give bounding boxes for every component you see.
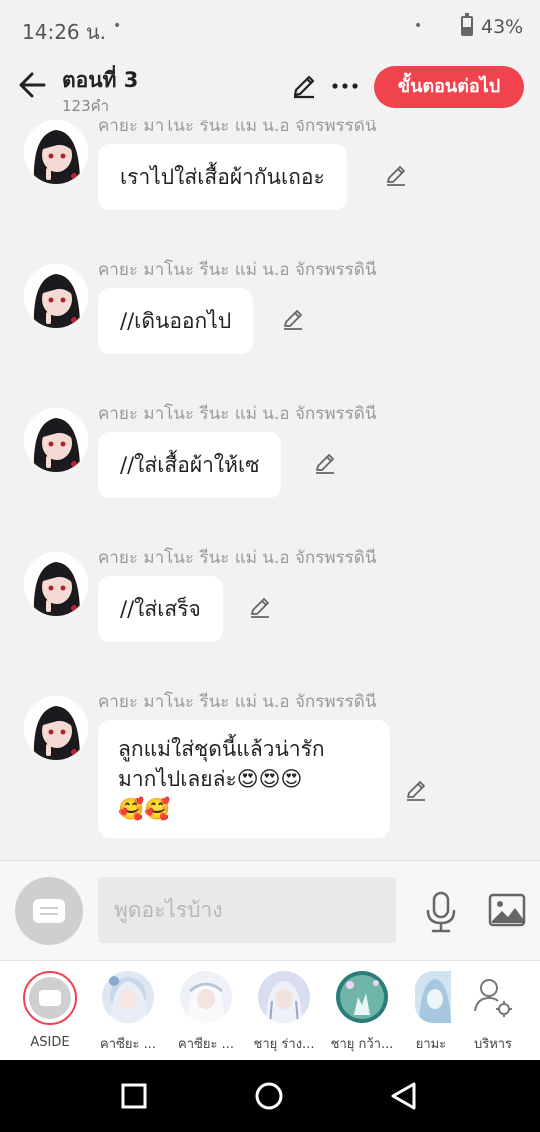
message-bubble[interactable]: //เดินออกไป (98, 288, 254, 354)
message-text: มากไปเลยล่ะ😍😍😍 (118, 767, 303, 791)
character-item[interactable]: คาซียะ ... (171, 971, 241, 1054)
message-list[interactable]: คายะ มาโนะ รีนะ แม่ น.อ จักรพรรดินี เราไ… (0, 120, 540, 860)
avatar[interactable] (24, 552, 88, 616)
character-label: คาซียะ ... (178, 1037, 234, 1052)
message-bubble[interactable]: ลูกแม่ใส่ชุดนี้แล้วน่ารัก มากไปเลยล่ะ😍😍😍… (98, 720, 390, 838)
message-bubble[interactable]: //ใส่เสื้อผ้าให้เซ (98, 432, 282, 498)
message-text: 🥰🥰 (118, 797, 171, 821)
pencil-icon[interactable] (248, 595, 272, 619)
manage-characters[interactable]: บริหาร (458, 971, 528, 1054)
status-time: 14:26 น. (22, 20, 107, 44)
settings-user-icon (467, 971, 519, 1023)
pencil-icon[interactable] (313, 451, 337, 475)
status-bar: 14:26 น. • • 43% (0, 0, 540, 56)
status-dot: • (414, 18, 423, 34)
pencil-icon[interactable] (404, 778, 428, 802)
avatar[interactable] (24, 264, 88, 328)
sender-name: คายะ มาโนะ รีนะ แม่ น.อ จักรพรรดินี (98, 120, 377, 136)
character-label: ชายุ กว้า... (330, 1037, 394, 1052)
back-arrow-icon[interactable] (16, 68, 50, 102)
character-item[interactable]: ชายุ ร่าง... (249, 971, 319, 1054)
character-avatar (102, 971, 154, 1023)
message-input[interactable]: พูดอะไรบ้าง (98, 877, 396, 943)
sender-name: คายะ มาโนะ รีนะ แม่ น.อ จักรพรรดินี (98, 692, 377, 712)
message-text: //เดินออกไป (120, 309, 232, 333)
triangle-back-icon[interactable] (386, 1078, 422, 1114)
character-label: บริหาร (473, 1037, 513, 1052)
message-bubble[interactable]: เราไปใส่เสื้อผ้ากันเถอะ (98, 144, 347, 210)
page-title: ตอนที่ 3 (62, 68, 139, 92)
word-count: 123คำ (62, 97, 110, 115)
message-text: ลูกแม่ใส่ชุดนี้แล้วน่ารัก (118, 737, 325, 761)
character-avatar (180, 971, 232, 1023)
character-label: ชายุ ร่าง... (253, 1037, 315, 1052)
character-label: คาซียะ ... (100, 1037, 156, 1052)
character-bar: ASIDE คาซียะ ... คาซียะ ... ชายุ ร่าง...… (0, 960, 540, 1060)
status-dot: • (113, 18, 122, 34)
sender-name: คายะ มาโนะ รีนะ แม่ น.อ จักรพรรดินี (98, 548, 377, 568)
system-nav-bar (0, 1060, 540, 1132)
avatar[interactable] (24, 408, 88, 472)
sender-name: คายะ มาโนะ รีนะ แม่ น.อ จักรพรรดินี (98, 260, 377, 280)
composer: พูดอะไรบ้าง (0, 860, 540, 960)
pencil-icon[interactable] (281, 307, 305, 331)
message-text: //ใส่เสื้อผ้าให้เซ (120, 453, 260, 477)
aside-toggle-icon[interactable] (15, 877, 83, 945)
character-avatar (258, 971, 310, 1023)
header: ตอนที่ 3 123คำ ขั้นตอนต่อไป (0, 56, 540, 120)
sender-name: คายะ มาโนะ รีนะ แม่ น.อ จักรพรรดินี (98, 404, 377, 424)
character-aside[interactable]: ASIDE (15, 971, 85, 1050)
message-text: //ใส่เสร็จ (120, 597, 201, 621)
square-icon[interactable] (116, 1078, 152, 1114)
aside-icon (23, 971, 77, 1025)
avatar[interactable] (24, 696, 88, 760)
character-avatar (415, 971, 451, 1023)
battery-percent: 43% (481, 16, 524, 38)
image-icon[interactable] (488, 893, 526, 927)
character-item[interactable]: คาซียะ ... (93, 971, 163, 1054)
message-bubble[interactable]: //ใส่เสร็จ (98, 576, 223, 642)
character-label: ยามะ (415, 1037, 447, 1052)
next-step-button[interactable]: ขั้นตอนต่อไป (374, 66, 524, 108)
pencil-icon[interactable] (290, 72, 318, 100)
circle-icon[interactable] (251, 1078, 287, 1114)
message-text: เราไปใส่เสื้อผ้ากันเถอะ (120, 165, 325, 189)
character-item[interactable]: ยามะ (405, 971, 457, 1054)
character-label: ASIDE (30, 1035, 70, 1050)
mic-icon[interactable] (424, 891, 458, 933)
pencil-icon[interactable] (384, 163, 408, 187)
avatar[interactable] (24, 120, 88, 184)
character-item[interactable]: ชายุ กว้า... (327, 971, 397, 1054)
character-avatar (336, 971, 388, 1023)
battery-icon (461, 13, 473, 36)
more-icon[interactable] (330, 72, 360, 100)
